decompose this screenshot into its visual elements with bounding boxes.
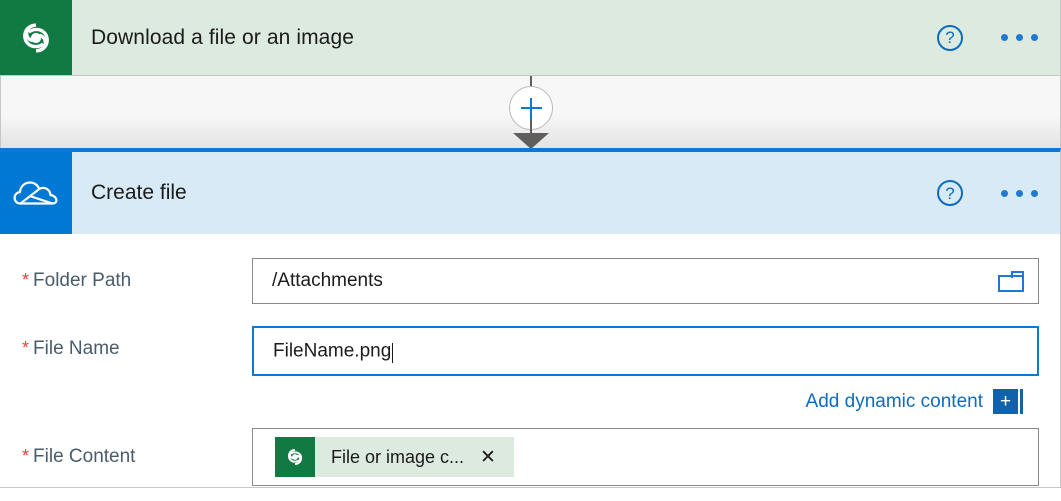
plumsail-green-logo-icon <box>0 0 72 75</box>
create-file-node-actions: ? <box>937 152 1060 234</box>
more-options-icon[interactable] <box>999 28 1040 47</box>
form-row-file-content: *File Content <box>0 428 1060 486</box>
form-row-folder-path: *Folder Path /Attachments <box>0 258 1060 304</box>
required-marker: * <box>22 270 29 290</box>
file-name-value-wrap: FileName.png <box>273 340 1023 363</box>
flow-designer-canvas: Download a file or an image ? <box>0 0 1061 501</box>
folder-path-label: *Folder Path <box>22 258 252 293</box>
step-connector <box>0 76 1061 148</box>
plumsail-green-logo-icon <box>275 437 315 477</box>
dynamic-content-token-label: File or image c... <box>315 447 480 468</box>
add-dynamic-content-link[interactable]: Add dynamic content <box>806 391 983 413</box>
add-dynamic-content-plus-icon[interactable]: + <box>993 389 1018 414</box>
file-name-label: *File Name <box>22 326 252 361</box>
file-content-label: *File Content <box>22 428 252 469</box>
file-name-control: FileName.png Add dynamic content + <box>252 326 1060 414</box>
file-name-value: FileName.png <box>273 340 391 361</box>
create-file-node-title: Create file <box>72 152 937 234</box>
add-dynamic-content-row: Add dynamic content + <box>252 376 1039 414</box>
dynamic-content-token[interactable]: File or image c... ✕ <box>275 437 514 477</box>
remove-token-icon[interactable]: ✕ <box>480 448 514 467</box>
form-row-file-name: *File Name FileName.png Add dynamic cont… <box>0 326 1060 414</box>
file-name-label-text: File Name <box>33 338 120 359</box>
text-cursor <box>392 343 393 363</box>
onedrive-cloud-icon <box>0 152 72 234</box>
file-content-control: File or image c... ✕ <box>252 428 1060 486</box>
create-file-form: *Folder Path /Attachments *File Name <box>0 258 1060 486</box>
file-content-label-text: File Content <box>33 446 135 467</box>
folder-path-label-text: Folder Path <box>33 270 131 291</box>
more-options-icon[interactable] <box>999 184 1040 203</box>
download-node-actions: ? <box>937 0 1060 75</box>
folder-path-value: /Attachments <box>272 270 998 292</box>
action-card-download-file[interactable]: Download a file or an image ? <box>0 0 1061 76</box>
action-card-create-file: Create file ? *Folder Path /Attachments <box>0 148 1061 488</box>
required-marker: * <box>22 446 29 466</box>
folder-path-control: /Attachments <box>252 258 1060 304</box>
file-content-input[interactable]: File or image c... ✕ <box>252 428 1039 486</box>
folder-picker-icon[interactable] <box>998 271 1024 292</box>
file-name-input[interactable]: FileName.png <box>252 326 1039 376</box>
connector-arrow-icon <box>513 133 549 149</box>
required-marker: * <box>22 338 29 358</box>
folder-path-input[interactable]: /Attachments <box>252 258 1039 304</box>
help-icon[interactable]: ? <box>937 25 963 51</box>
download-node-title: Download a file or an image <box>72 0 937 75</box>
create-file-header[interactable]: Create file ? <box>0 152 1060 234</box>
help-icon[interactable]: ? <box>937 180 963 206</box>
plus-icon-vertical <box>530 98 532 119</box>
